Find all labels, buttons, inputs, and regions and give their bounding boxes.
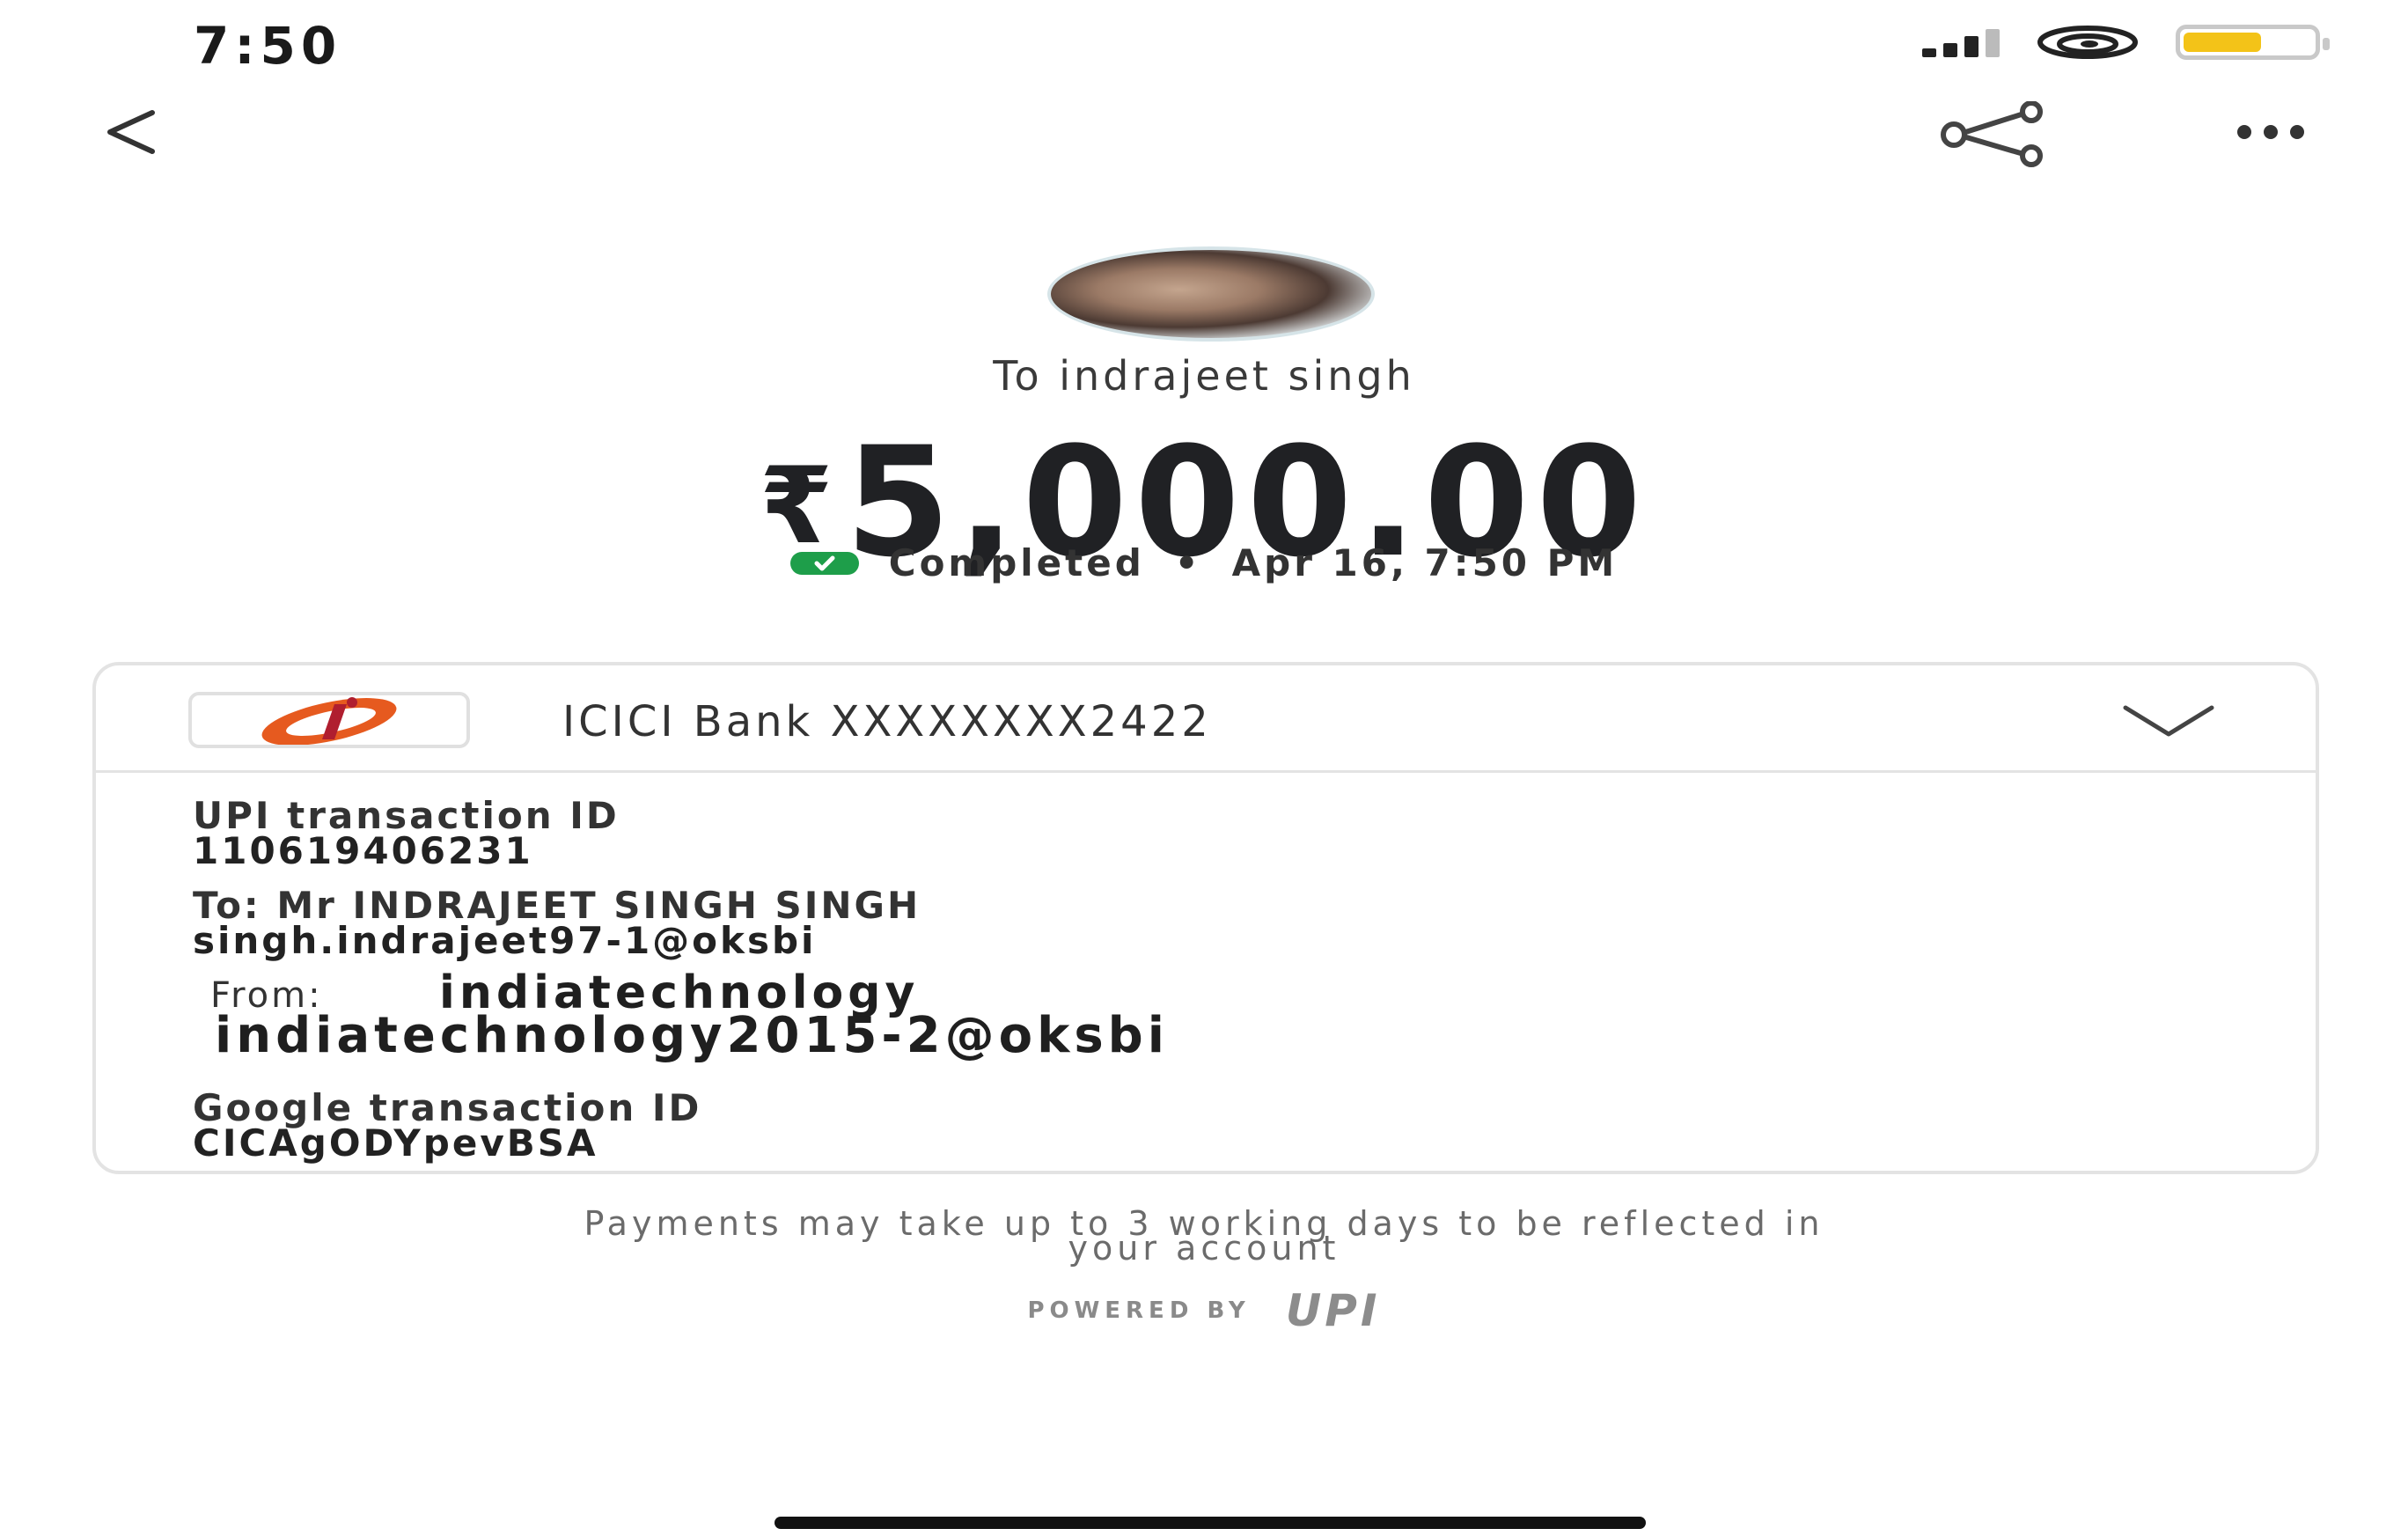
icici-logo-icon: [188, 692, 470, 748]
chevron-left-icon: [107, 110, 155, 154]
settlement-note-line2: your account: [1068, 1229, 1340, 1268]
share-button[interactable]: [1936, 100, 2051, 167]
more-options-button[interactable]: [2218, 106, 2324, 158]
more-horizontal-icon: [2237, 125, 2251, 139]
upi-txn-id: 110619406231: [193, 829, 533, 872]
google-txn-id: CICAgODYpevBSA: [193, 1121, 598, 1165]
battery-level: [2184, 33, 2261, 52]
transaction-details-screen: 7:50 To indrajeet singh ₹5,000.00 Comple…: [0, 0, 2408, 1536]
status-separator: •: [1174, 541, 1202, 584]
settlement-note: Payments may take up to 3 working days t…: [0, 1207, 2408, 1268]
status-time: 7:50: [194, 16, 342, 76]
from-vpa: indiatechnology2015-2@oksbi: [215, 1007, 1169, 1064]
home-indicator[interactable]: [775, 1517, 1646, 1529]
powered-by-upi: POWERED BY UPI: [0, 1285, 2408, 1336]
powered-by-label: POWERED BY: [1027, 1297, 1251, 1324]
signal-icon: [1922, 27, 2000, 57]
check-circle-icon: [789, 551, 859, 575]
recipient-avatar: [1047, 246, 1375, 342]
status-text: Completed: [888, 541, 1145, 584]
upi-logo-icon: UPI: [1285, 1285, 1381, 1336]
status-icons: [1922, 25, 2330, 60]
bank-account-row[interactable]: ICICI Bank XXXXXXXX2422: [96, 665, 2316, 773]
share-icon: [1941, 100, 2043, 167]
bank-account-name: ICICI Bank XXXXXXXX2422: [562, 697, 1212, 746]
status-datetime: Apr 16, 7:50 PM: [1231, 541, 1619, 584]
back-button[interactable]: [88, 97, 176, 167]
wifi-icon: [2037, 26, 2138, 59]
transaction-details-card: ICICI Bank XXXXXXXX2422 UPI transaction …: [92, 662, 2319, 1174]
battery-icon: [2176, 25, 2330, 60]
payment-status: Completed • Apr 16, 7:50 PM: [0, 541, 2408, 584]
to-vpa: singh.indrajeet97-1@oksbi: [193, 919, 817, 962]
chevron-down-icon: [2123, 705, 2214, 737]
recipient-name: To indrajeet singh: [993, 352, 1415, 400]
